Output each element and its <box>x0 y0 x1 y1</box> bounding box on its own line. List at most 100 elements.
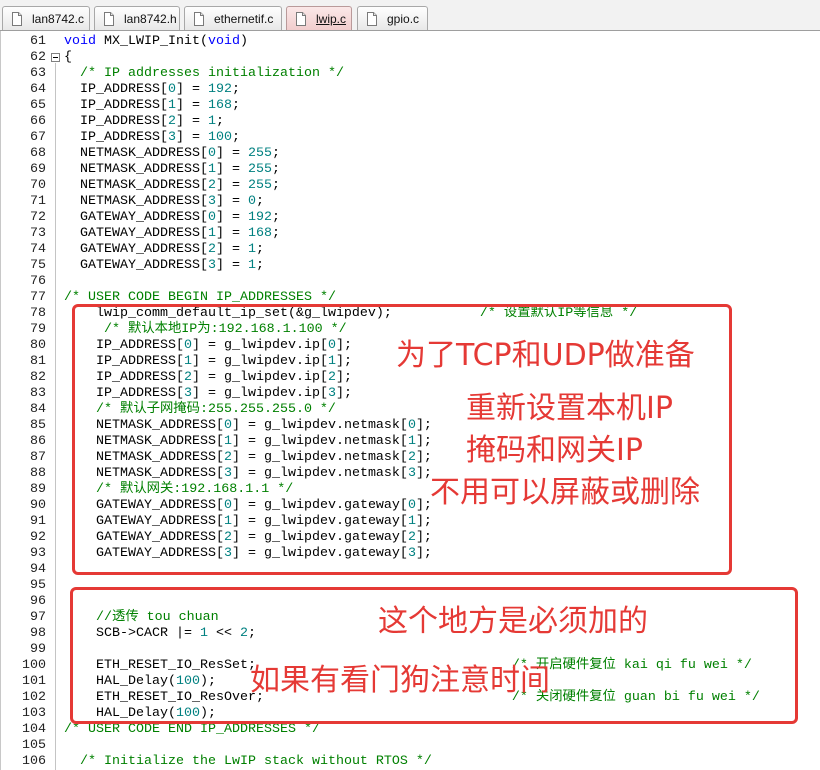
code-line[interactable]: 62 { <box>0 50 820 66</box>
line-number: 80 <box>30 338 46 353</box>
code-line[interactable]: 65 IP_ADDRESS[1] = 168; <box>0 98 820 114</box>
line-number: 93 <box>30 546 46 561</box>
line-number: 73 <box>30 226 46 241</box>
code-text[interactable]: IP_ADDRESS[1] = 168; <box>64 98 240 114</box>
syntax-number: 100 <box>207 130 232 145</box>
syntax-number: 1 <box>207 226 216 241</box>
code-text[interactable]: GATEWAY_ADDRESS[2] = 1; <box>64 242 264 258</box>
code-line[interactable]: 72 GATEWAY_ADDRESS[0] = 192; <box>0 210 820 226</box>
line-number: 70 <box>30 178 46 193</box>
line-number: 87 <box>30 450 46 465</box>
line-number: 100 <box>22 658 46 673</box>
code-line[interactable]: 73 GATEWAY_ADDRESS[1] = 168; <box>0 226 820 242</box>
code-line[interactable]: 66 IP_ADDRESS[2] = 1; <box>0 114 820 130</box>
syntax-keyword: void <box>64 34 96 49</box>
tab-lan8742-h[interactable]: lan8742.h <box>94 6 180 30</box>
annotation-text: 不用可以屏蔽或删除 <box>430 475 700 510</box>
syntax-keyword: void <box>207 34 240 49</box>
code-text[interactable]: IP_ADDRESS[2] = 1; <box>64 114 224 130</box>
code-editor-window: lan8742.c lan8742.h ethernetif.c lwip.c … <box>0 0 820 770</box>
syntax-number: 3 <box>207 194 216 209</box>
tab-lwip-c[interactable]: lwip.c <box>286 6 352 30</box>
line-number: 88 <box>30 466 46 481</box>
syntax-number: 3 <box>207 258 216 273</box>
code-text[interactable]: IP_ADDRESS[0] = 192; <box>64 82 240 98</box>
line-number: 62 <box>30 50 46 65</box>
line-number: 75 <box>30 258 46 273</box>
code-text[interactable]: { <box>64 50 72 66</box>
tab-label: lwip.c <box>316 11 347 26</box>
annotation-text: 重新设置本机IP <box>466 391 673 426</box>
tab-ethernetif-c[interactable]: ethernetif.c <box>184 6 282 30</box>
line-number: 67 <box>30 130 46 145</box>
code-text[interactable]: /* USER CODE END IP_ADDRESSES */ <box>64 722 320 738</box>
code-line[interactable]: 104 /* USER CODE END IP_ADDRESSES */ <box>0 722 820 738</box>
syntax-number: 168 <box>247 226 272 241</box>
c-file-icon <box>193 11 205 26</box>
line-number: 95 <box>30 578 46 593</box>
code-line[interactable]: 71 NETMASK_ADDRESS[3] = 0; <box>0 194 820 210</box>
syntax-number: 0 <box>207 210 216 225</box>
syntax-comment: /* USER CODE BEGIN IP_ADDRESSES */ <box>64 290 336 305</box>
code-line[interactable]: 67 IP_ADDRESS[3] = 100; <box>0 130 820 146</box>
code-line[interactable]: 106 /* Initialize the LwIP stack without… <box>0 754 820 770</box>
line-number: 68 <box>30 146 46 161</box>
code-line[interactable]: 61 void MX_LWIP_Init(void) <box>0 34 820 50</box>
code-line[interactable]: 64 IP_ADDRESS[0] = 192; <box>0 82 820 98</box>
line-number: 84 <box>30 402 46 417</box>
syntax-number: 255 <box>247 162 272 177</box>
syntax-number: 1 <box>247 242 256 257</box>
line-number: 97 <box>30 610 46 625</box>
code-text[interactable]: GATEWAY_ADDRESS[1] = 168; <box>64 226 280 242</box>
syntax-comment: /* Initialize the LwIP stack without RTO… <box>80 754 432 769</box>
line-number: 89 <box>30 482 46 497</box>
code-line[interactable]: 75 GATEWAY_ADDRESS[3] = 1; <box>0 258 820 274</box>
h-file-icon <box>103 11 115 26</box>
code-line[interactable]: 74 GATEWAY_ADDRESS[2] = 1; <box>0 242 820 258</box>
line-number: 81 <box>30 354 46 369</box>
c-file-icon <box>366 11 378 26</box>
code-text[interactable]: /* IP addresses initialization */ <box>64 66 344 82</box>
annotation-text: 这个地方是必须加的 <box>378 604 648 639</box>
code-text[interactable]: NETMASK_ADDRESS[0] = 255; <box>64 146 280 162</box>
annotation-text: 如果有看门狗注意时间 <box>250 663 550 698</box>
code-text[interactable]: NETMASK_ADDRESS[1] = 255; <box>64 162 280 178</box>
code-line[interactable]: 68 NETMASK_ADDRESS[0] = 255; <box>0 146 820 162</box>
line-number: 103 <box>22 706 46 721</box>
line-number: 61 <box>30 34 46 49</box>
code-text[interactable]: GATEWAY_ADDRESS[3] = 1; <box>64 258 264 274</box>
line-number: 96 <box>30 594 46 609</box>
syntax-number: 192 <box>207 82 232 97</box>
c-file-icon <box>295 11 307 26</box>
line-number: 104 <box>22 722 46 737</box>
line-number: 102 <box>22 690 46 705</box>
code-text[interactable]: NETMASK_ADDRESS[2] = 255; <box>64 178 280 194</box>
syntax-number: 0 <box>167 82 176 97</box>
code-line[interactable]: 63 /* IP addresses initialization */ <box>0 66 820 82</box>
syntax-number: 255 <box>247 178 272 193</box>
tab-lan8742-c[interactable]: lan8742.c <box>2 6 90 30</box>
line-number: 98 <box>30 626 46 641</box>
line-number: 94 <box>30 562 46 577</box>
code-text[interactable]: GATEWAY_ADDRESS[0] = 192; <box>64 210 280 226</box>
syntax-number: 168 <box>207 98 232 113</box>
code-line[interactable]: 70 NETMASK_ADDRESS[2] = 255; <box>0 178 820 194</box>
code-text[interactable]: NETMASK_ADDRESS[3] = 0; <box>64 194 264 210</box>
line-number: 105 <box>22 738 46 753</box>
fold-collapse-icon[interactable] <box>51 53 60 62</box>
c-file-icon <box>11 11 23 26</box>
tab-label: ethernetif.c <box>214 11 274 26</box>
code-text[interactable]: /* Initialize the LwIP stack without RTO… <box>64 754 432 770</box>
syntax-number: 3 <box>167 130 176 145</box>
code-line[interactable]: 105 <box>0 738 820 754</box>
code-text[interactable]: IP_ADDRESS[3] = 100; <box>64 130 240 146</box>
code-text[interactable]: void MX_LWIP_Init(void) <box>64 34 248 50</box>
annotation-text: 为了TCP和UDP做准备 <box>396 338 695 373</box>
code-line[interactable]: 76 <box>0 274 820 290</box>
line-number: 71 <box>30 194 46 209</box>
line-number: 99 <box>30 642 46 657</box>
tab-gpio-c[interactable]: gpio.c <box>357 6 428 30</box>
code-line[interactable]: 69 NETMASK_ADDRESS[1] = 255; <box>0 162 820 178</box>
syntax-number: 2 <box>207 178 216 193</box>
line-number: 83 <box>30 386 46 401</box>
